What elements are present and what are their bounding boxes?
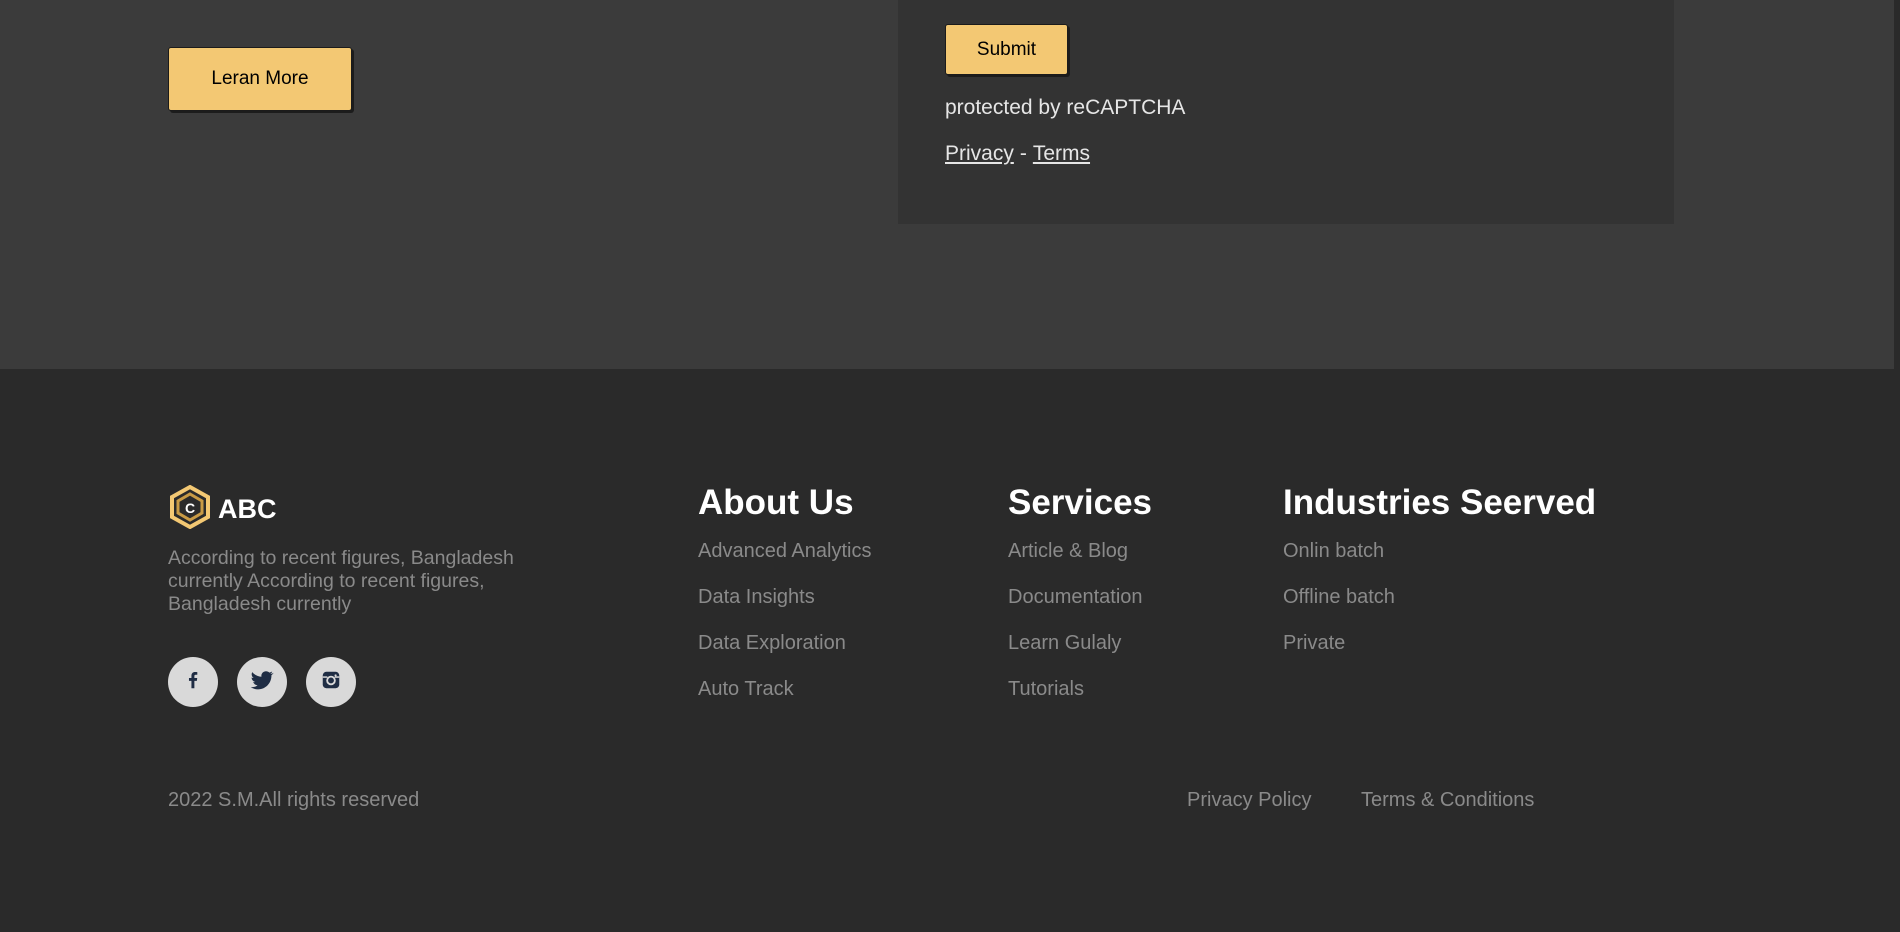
about-us-links: Advanced Analytics Data Insights Data Ex… bbox=[698, 540, 871, 724]
brand-name: ABC bbox=[218, 494, 277, 524]
link-advanced-analytics[interactable]: Advanced Analytics bbox=[698, 540, 871, 586]
link-auto-track[interactable]: Auto Track bbox=[698, 678, 871, 724]
footer-description: According to recent figures, Bangladesh … bbox=[168, 547, 514, 615]
facebook-link[interactable] bbox=[168, 657, 218, 707]
link-offline-batch[interactable]: Offline batch bbox=[1283, 586, 1596, 632]
terms-conditions-link[interactable]: Terms & Conditions bbox=[1361, 789, 1534, 812]
twitter-link[interactable] bbox=[237, 657, 287, 707]
contact-section: Leran More Submit protected by reCAPTCHA… bbox=[0, 0, 1895, 369]
services-links: Article & Blog Documentation Learn Gulal… bbox=[1008, 540, 1152, 724]
submit-button[interactable]: Submit bbox=[945, 24, 1068, 75]
twitter-icon bbox=[249, 667, 275, 698]
industries-heading: Industries Seerved bbox=[1283, 483, 1597, 522]
copyright-text: 2022 S.M.All rights reserved bbox=[168, 789, 420, 811]
link-private[interactable]: Private bbox=[1283, 632, 1596, 678]
instagram-link[interactable] bbox=[306, 657, 356, 707]
footer bbox=[0, 369, 1895, 932]
link-documentation[interactable]: Documentation bbox=[1008, 586, 1152, 632]
link-learn-gulaly[interactable]: Learn Gulaly bbox=[1008, 632, 1152, 678]
terms-link[interactable]: Terms bbox=[1033, 142, 1090, 165]
instagram-icon bbox=[320, 669, 342, 696]
footer-logo[interactable]: C ABC bbox=[168, 484, 277, 534]
recaptcha-legal-links: Privacy - Terms bbox=[945, 142, 1090, 166]
link-separator: - bbox=[1019, 142, 1027, 165]
facebook-icon bbox=[182, 669, 204, 696]
privacy-policy-link[interactable]: Privacy Policy bbox=[1187, 789, 1311, 812]
link-tutorials[interactable]: Tutorials bbox=[1008, 678, 1152, 724]
link-article-blog[interactable]: Article & Blog bbox=[1008, 540, 1152, 586]
svg-text:C: C bbox=[185, 500, 195, 516]
link-online-batch[interactable]: Onlin batch bbox=[1283, 540, 1596, 586]
about-us-column: About Us Advanced Analytics Data Insight… bbox=[698, 483, 871, 724]
page-scrollbar[interactable] bbox=[1894, 0, 1900, 932]
industries-column: Industries Seerved Onlin batch Offline b… bbox=[1283, 483, 1596, 678]
page: Leran More Submit protected by reCAPTCHA… bbox=[0, 0, 1900, 932]
about-us-heading: About Us bbox=[698, 483, 854, 522]
viewport: Leran More Submit protected by reCAPTCHA… bbox=[0, 0, 1900, 932]
learn-more-button[interactable]: Leran More bbox=[168, 47, 352, 111]
privacy-link[interactable]: Privacy bbox=[945, 142, 1014, 165]
services-column: Services Article & Blog Documentation Le… bbox=[1008, 483, 1152, 724]
services-heading: Services bbox=[1008, 483, 1153, 522]
industries-links: Onlin batch Offline batch Private bbox=[1283, 540, 1596, 678]
link-data-exploration[interactable]: Data Exploration bbox=[698, 632, 871, 678]
link-data-insights[interactable]: Data Insights bbox=[698, 586, 871, 632]
recaptcha-notice: protected by reCAPTCHA bbox=[945, 96, 1186, 119]
logo-hexagon-icon: C bbox=[168, 484, 212, 534]
